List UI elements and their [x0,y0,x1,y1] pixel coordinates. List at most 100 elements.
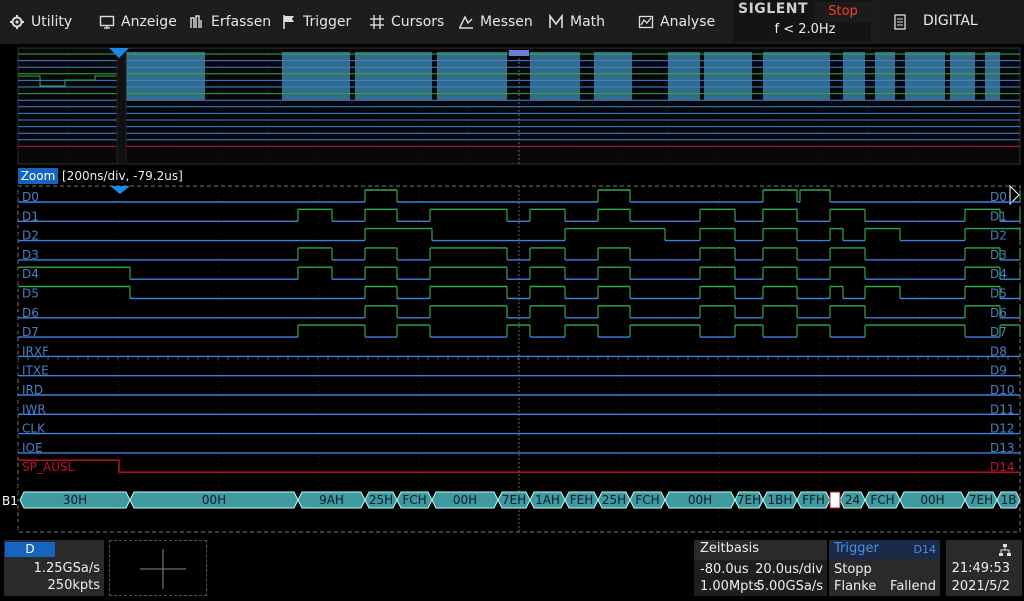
menu-trigger[interactable]: Trigger [281,0,351,44]
trigger-position-marker [110,186,130,194]
channel-label-iwr: IWR [22,402,46,416]
bus-value-text: 00H [920,493,944,507]
trigger-title: Trigger [834,541,879,556]
trigger-slope: Fallend [890,579,936,594]
clock-date: 2021/5/2 [951,579,1010,594]
trigger-frequency: f < 2.0Hz [774,22,836,37]
gear-icon [10,15,24,29]
channel-label-ioe: IOE [22,441,43,455]
overview-activity-burst [282,52,350,100]
overview-activity-burst [355,52,432,100]
channel-right-label-d10: D10 [990,383,1015,397]
bus-value-text: 9AH [319,493,344,507]
bus-value-text: 7EH [737,493,761,507]
zoom-label: Zoom [18,168,58,184]
bus-value-text: 7EH [969,493,993,507]
menu-anzeige[interactable]: Anzeige [99,0,177,44]
channel-badge: D [5,542,55,557]
overview-activity-burst [122,52,205,100]
menu-trigger-label: Trigger [303,14,352,30]
bus-value-text: FCH [870,493,894,507]
bus-value-text: 1BH [768,493,793,507]
channel-right-label-d9: D9 [990,364,1007,378]
menu-utility[interactable]: Utility [9,0,72,44]
channel-right-label-d12: D12 [990,422,1015,436]
channel-right-label-d2: D2 [990,229,1007,243]
math-icon [549,14,563,28]
channel-label-d3: D3 [22,248,39,262]
memory-depth: 1.00Mpts [700,579,761,594]
timebase-scale: 20.0us/div [755,562,823,577]
overview-activity-burst [704,52,752,100]
bus-value-text: FEH [570,493,594,507]
overview-activity-burst [875,52,895,100]
overview-activity-burst [668,52,700,100]
overview-activity-burst [905,52,945,100]
trigger-type: Flanke [834,579,877,594]
overview-activity-burst [843,52,865,100]
channel-right-label-d6: D6 [990,306,1007,320]
zoom-waveform-area[interactable]: D0 D0 D1 D1 D2 D2 D3 D3 D4 D4 D5 D5 D6 D6 D7 D7 IRXF D8 IT… [0,184,1024,534]
overview-waveform[interactable] [0,46,1024,168]
channel-label-d4: D4 [22,267,39,281]
overview-position-marker [509,50,529,56]
timebase-delay: -80.0us [700,562,749,577]
channel-label-d7: D7 [22,325,39,339]
bus-value-text: 25H [602,493,626,507]
measure-icon [459,15,473,29]
channel-label-d2: D2 [22,229,39,243]
trigger-panel[interactable]: Trigger D14 Stopp Flanke Fallend [829,540,940,596]
channel-right-label-d13: D13 [990,441,1015,455]
menu-cursors[interactable]: Cursors [369,0,444,44]
channel-label-d0: D0 [22,190,39,204]
menu-analyse-label: Analyse [660,14,716,30]
channel-right-label-d4: D4 [990,267,1007,281]
channel-right-label-d8: D8 [990,344,1007,358]
add-channel-slot[interactable] [109,540,207,596]
channel-label-sp_ausl: SP_AUSL [22,460,74,474]
sample-rate: 1.25GSa/s [33,561,100,576]
menu-analyse[interactable]: Analyse [638,0,715,44]
run-stop-status[interactable]: Stop [814,2,872,22]
menu-messen[interactable]: Messen [458,0,533,44]
channel-right-label-d5: D5 [990,287,1007,301]
bus-value-text: 00H [453,493,477,507]
zoom-info: [200ns/div, -79.2us] [62,169,183,183]
overview-zoom-window [116,47,127,165]
menu-math[interactable]: Math [548,0,605,44]
bus-value-text: FFH [802,493,825,507]
overview-activity-burst [950,52,975,100]
bus-collision-marker [829,491,841,509]
acquire-icon [190,15,202,28]
channel-label-d6: D6 [22,306,39,320]
timebase-title: Zeitbasis [700,541,759,556]
channel-label-d5: D5 [22,287,39,301]
brand-logo: SIGLENT [738,1,809,17]
channel-panel[interactable]: D 1.25GSa/s 250kpts [4,540,104,596]
channel-label-ird: IRD [22,383,43,397]
channel-label-clk: CLK [22,422,46,436]
monitor-icon [99,15,115,29]
channel-right-label-d3: D3 [990,248,1007,262]
channel-right-label-d1: D1 [990,209,1007,223]
overview-activity-burst [594,52,632,100]
menu-utility-label: Utility [31,14,73,30]
overview-activity-burst [530,52,580,100]
bus-value-text: 25H [369,493,393,507]
document-icon [894,14,906,30]
menu-cursors-label: Cursors [391,14,445,30]
timebase-panel[interactable]: Zeitbasis -80.0us 20.0us/div 1.00Mpts 5.… [694,540,827,596]
overview-activity-burst [437,52,507,100]
clock-time: 21:49:53 [951,561,1010,576]
trigger-source: D14 [913,543,936,556]
clock-panel[interactable]: 21:49:53 2021/5/2 [946,540,1022,596]
trigger-mode: Stopp [834,562,872,577]
digital-menu-button[interactable]: DIGITAL [880,0,1024,44]
digital-label: DIGITAL [923,13,978,29]
analyse-icon [638,15,654,29]
bus-value-text: FCH [635,493,659,507]
menu-erfassen[interactable]: Erfassen [189,0,271,44]
channel-right-label-d7: D7 [990,325,1007,339]
bus-value-text: 30H [63,493,87,507]
menu-anzeige-label: Anzeige [121,14,177,30]
